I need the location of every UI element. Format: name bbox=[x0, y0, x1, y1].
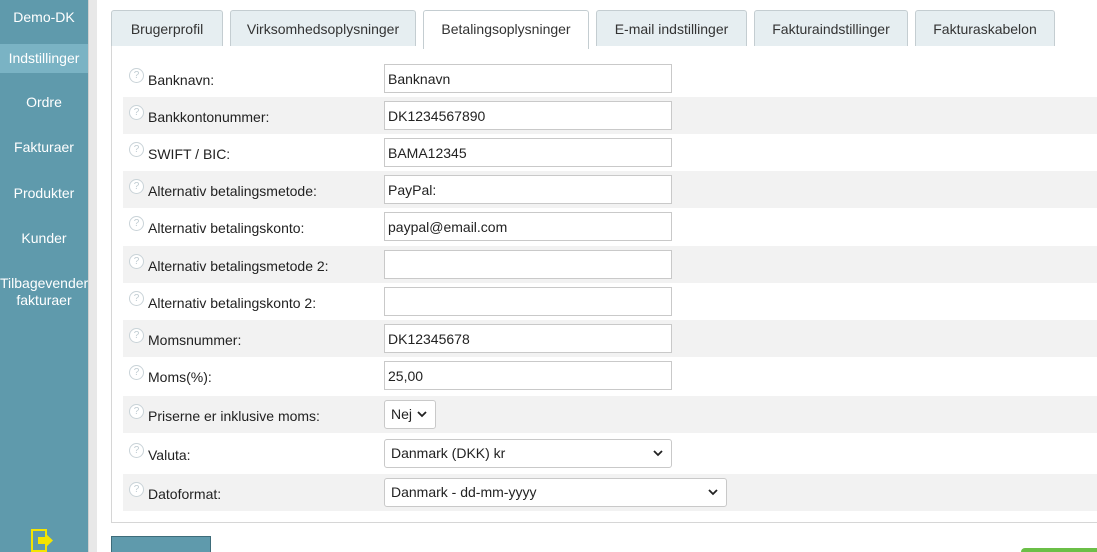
datoformat-label: Datoformat: bbox=[148, 486, 222, 502]
moms-procent-input[interactable] bbox=[384, 361, 672, 390]
alt-betalingskonto-input[interactable] bbox=[384, 212, 672, 241]
form-row-moms-procent: ? Moms(%): bbox=[123, 357, 1097, 394]
form-row-priser-inkl-moms: ? Priserne er inklusive moms: Nej bbox=[123, 396, 1097, 433]
moms-procent-label: Moms(%): bbox=[148, 369, 212, 385]
sidebar-item-label-line1: Tilbagevender bbox=[0, 275, 89, 291]
help-icon[interactable]: ? bbox=[129, 404, 144, 419]
sidebar-item-ordre[interactable]: Ordre bbox=[0, 94, 88, 111]
sidebar-item-tilbagevendende-fakturaer[interactable]: Tilbagevender fakturaer bbox=[0, 275, 88, 309]
form-row-bankkontonummer: ? Bankkontonummer: bbox=[123, 97, 1097, 134]
swift-bic-label: SWIFT / BIC: bbox=[148, 146, 231, 162]
banknavn-label: Banknavn: bbox=[148, 72, 215, 88]
form-row-swift-bic: ? SWIFT / BIC: bbox=[123, 134, 1097, 171]
help-icon[interactable]: ? bbox=[129, 68, 144, 83]
save-button[interactable] bbox=[111, 536, 211, 552]
chevron-down-icon bbox=[653, 450, 663, 457]
alt-betalingskonto-2-label: Alternativ betalingskonto 2: bbox=[148, 295, 317, 311]
help-icon[interactable]: ? bbox=[129, 443, 144, 458]
form-row-valuta: ? Valuta: Danmark (DKK) kr bbox=[123, 435, 1097, 472]
sidebar-divider bbox=[88, 0, 97, 552]
momsnummer-input[interactable] bbox=[384, 324, 672, 353]
alt-betalingsmetode-2-label: Alternativ betalingsmetode 2: bbox=[148, 258, 329, 274]
tab-brugerprofil[interactable]: Brugerprofil bbox=[111, 10, 223, 47]
chevron-down-icon bbox=[708, 489, 718, 496]
sidebar-item-fakturaer[interactable]: Fakturaer bbox=[0, 139, 88, 156]
form-row-alt-betalingsmetode-2: ? Alternativ betalingsmetode 2: bbox=[123, 246, 1097, 283]
help-icon[interactable]: ? bbox=[129, 291, 144, 306]
chevron-down-icon bbox=[417, 411, 427, 418]
form-row-datoformat: ? Datoformat: Danmark - dd-mm-yyyy bbox=[123, 474, 1097, 511]
momsnummer-label: Momsnummer: bbox=[148, 332, 242, 348]
valuta-value: Danmark (DKK) kr bbox=[391, 445, 506, 461]
tab-betalingsoplysninger[interactable]: Betalingsoplysninger bbox=[423, 10, 589, 49]
help-icon[interactable]: ? bbox=[129, 365, 144, 380]
sidebar-item-produkter[interactable]: Produkter bbox=[0, 185, 88, 202]
form-row-alt-betalingskonto-2: ? Alternativ betalingskonto 2: bbox=[123, 283, 1097, 320]
datoformat-value: Danmark - dd-mm-yyyy bbox=[391, 484, 537, 500]
help-icon[interactable]: ? bbox=[129, 254, 144, 269]
form-row-banknavn: ? Banknavn: bbox=[123, 60, 1097, 97]
form-row-alt-betalingsmetode: ? Alternativ betalingsmetode: bbox=[123, 171, 1097, 208]
alt-betalingsmetode-2-input[interactable] bbox=[384, 250, 672, 279]
help-icon[interactable]: ? bbox=[129, 179, 144, 194]
action-button[interactable] bbox=[1021, 548, 1097, 552]
alt-betalingsmetode-input[interactable] bbox=[384, 175, 672, 204]
bankkontonummer-input[interactable] bbox=[384, 101, 672, 130]
tab-fakturaindstillinger[interactable]: Fakturaindstillinger bbox=[754, 10, 908, 47]
help-icon[interactable]: ? bbox=[129, 142, 144, 157]
help-icon[interactable]: ? bbox=[129, 482, 144, 497]
help-icon[interactable]: ? bbox=[129, 105, 144, 120]
bankkontonummer-label: Bankkontonummer: bbox=[148, 109, 270, 125]
valuta-label: Valuta: bbox=[148, 447, 191, 463]
help-icon[interactable]: ? bbox=[129, 216, 144, 231]
banknavn-input[interactable] bbox=[384, 64, 672, 93]
swift-bic-input[interactable] bbox=[384, 138, 672, 167]
alt-betalingsmetode-label: Alternativ betalingsmetode: bbox=[148, 183, 317, 199]
form-row-momsnummer: ? Momsnummer: bbox=[123, 320, 1097, 357]
sidebar-item-label-line2: fakturaer bbox=[16, 292, 72, 308]
priser-inkl-moms-value: Nej bbox=[391, 406, 413, 422]
alt-betalingskonto-2-input[interactable] bbox=[384, 287, 672, 316]
sidebar: Demo-DK Indstillinger Ordre Fakturaer Pr… bbox=[0, 0, 88, 552]
tab-fakturaskabelon[interactable]: Fakturaskabelon bbox=[915, 10, 1055, 47]
tab-virksomhedsoplysninger[interactable]: Virksomhedsoplysninger bbox=[230, 10, 416, 47]
sidebar-brand[interactable]: Demo-DK bbox=[0, 9, 88, 26]
valuta-select[interactable]: Danmark (DKK) kr bbox=[384, 439, 672, 468]
priser-inkl-moms-select[interactable]: Nej bbox=[384, 400, 436, 429]
sidebar-item-indstillinger[interactable]: Indstillinger bbox=[0, 44, 88, 73]
tab-email-indstillinger[interactable]: E-mail indstillinger bbox=[596, 10, 747, 47]
logout-icon[interactable] bbox=[31, 529, 55, 552]
priser-inkl-moms-label: Priserne er inklusive moms: bbox=[148, 408, 320, 424]
form-row-alt-betalingskonto: ? Alternativ betalingskonto: bbox=[123, 208, 1097, 245]
help-icon[interactable]: ? bbox=[129, 328, 144, 343]
datoformat-select[interactable]: Danmark - dd-mm-yyyy bbox=[384, 478, 727, 507]
alt-betalingskonto-label: Alternativ betalingskonto: bbox=[148, 220, 305, 236]
sidebar-item-kunder[interactable]: Kunder bbox=[0, 230, 88, 247]
